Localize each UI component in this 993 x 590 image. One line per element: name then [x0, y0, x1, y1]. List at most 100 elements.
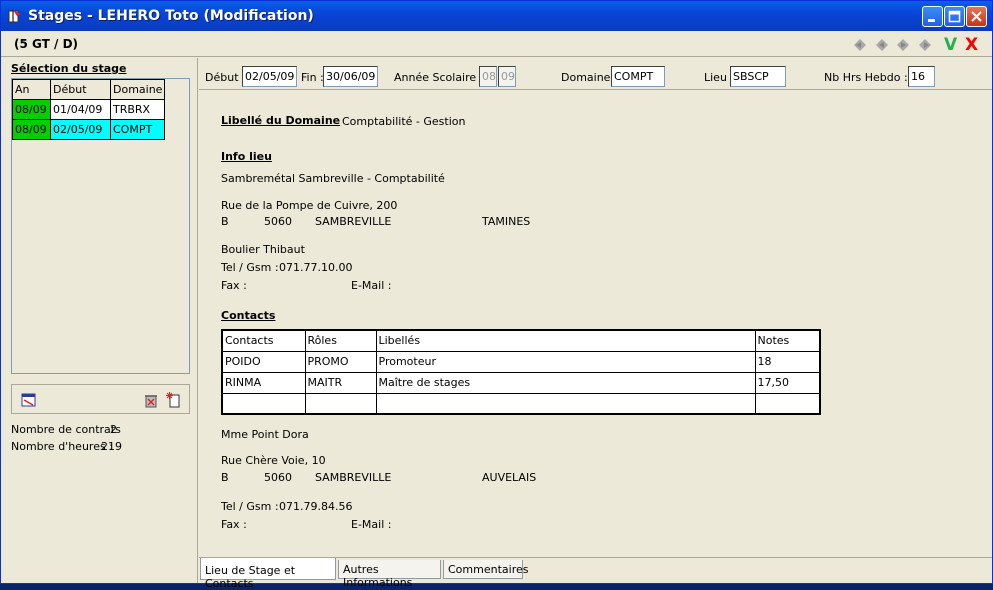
contact-tel: 071.79.84.56: [279, 500, 353, 513]
cancel-button[interactable]: X: [965, 35, 978, 55]
debut-input[interactable]: 02/05/09: [242, 66, 297, 87]
stage-fields: Début : 02/05/09 Fin : 30/06/09 Année Sc…: [199, 58, 992, 90]
detail-tabs: Lieu de Stage et Contacts Autres Informa…: [199, 557, 992, 590]
annee-start-input: 08: [479, 66, 497, 87]
contact-person: Mme Point Dora: [221, 428, 309, 441]
lieu-person: Boulier Thibaut: [221, 243, 305, 256]
row-an: 08/09: [12, 119, 51, 140]
contact-street: Rue Chère Voie, 10: [221, 454, 326, 467]
subheader: (5 GT / D) V X: [1, 31, 992, 57]
contact-zip: 5060: [264, 471, 292, 484]
hrs-input[interactable]: 16: [908, 66, 935, 87]
lieu-street: Rue de la Pompe de Cuivre, 200: [221, 199, 398, 212]
contact-city: SAMBREVILLE: [315, 471, 392, 484]
lieu-name: Sambremétal Sambreville - Comptabilité: [221, 172, 445, 185]
fax-label: Fax :: [221, 279, 247, 292]
delete-icon[interactable]: [143, 392, 159, 408]
window: Stages - LEHERO Toto (Modification) (5 G…: [0, 0, 993, 590]
stage-selection-header: Sélection du stage: [11, 62, 127, 75]
column-header-notes[interactable]: Notes: [754, 329, 821, 352]
lieu-zip: 5060: [264, 215, 292, 228]
close-icon: [971, 11, 982, 22]
tel-label: Tel / Gsm :: [221, 500, 279, 513]
column-header-debut[interactable]: Début: [50, 79, 111, 100]
debut-label: Début :: [205, 71, 246, 84]
stage-grid-header: An Début Domaine: [12, 79, 165, 100]
hours-value: 219: [101, 440, 122, 453]
contact-code: POIDO: [221, 350, 306, 373]
contracts-label: Nombre de contrats: [11, 423, 121, 436]
column-header-domaine[interactable]: Domaine: [110, 79, 165, 100]
first-record-icon[interactable]: [853, 38, 867, 52]
contact-code: RINMA: [221, 371, 306, 394]
table-row[interactable]: RINMA MAITR Maître de stages 17,50: [221, 371, 821, 394]
contact-note: 17,50: [754, 371, 821, 394]
stage-grid: An Début Domaine 08/09 01/04/09 TRBRX 08…: [11, 78, 190, 374]
table-row-selected[interactable]: 08/09 02/05/09 COMPT: [12, 119, 165, 140]
maximize-icon: [948, 10, 961, 23]
table-row[interactable]: 08/09 01/04/09 TRBRX: [12, 99, 165, 120]
new-record-icon[interactable]: [166, 392, 182, 408]
column-header-roles[interactable]: Rôles: [304, 329, 377, 352]
domain-value: Comptabilité - Gestion: [342, 115, 466, 128]
contact-libelle: Promoteur: [375, 350, 756, 373]
tab-lieu-contacts[interactable]: Lieu de Stage et Contacts: [200, 558, 336, 590]
domaine-label: Domaine :: [561, 71, 618, 84]
email-label: E-Mail :: [351, 518, 392, 531]
annee-label: Année Scolaire :: [394, 71, 484, 84]
hrs-label: Nb Hrs Hebdo :: [824, 71, 908, 84]
contact-libelle: Maître de stages: [375, 371, 756, 394]
lieu-title: Info lieu: [221, 150, 272, 163]
column-header-contacts[interactable]: Contacts: [221, 329, 306, 352]
domaine-input[interactable]: COMPT: [611, 66, 665, 87]
row-domaine: COMPT: [110, 119, 165, 140]
maximize-button[interactable]: [944, 6, 965, 27]
tab-autres-informations[interactable]: Autres Informations: [338, 560, 441, 589]
minimize-button[interactable]: [922, 6, 943, 27]
column-header-libelles[interactable]: Libellés: [375, 329, 756, 352]
contracts-value: 2: [110, 423, 117, 436]
contact-role: MAITR: [304, 371, 377, 394]
fin-input[interactable]: 30/06/09: [323, 66, 378, 87]
close-button[interactable]: [966, 6, 987, 27]
contact-locality: AUVELAIS: [482, 471, 537, 484]
row-debut: 01/04/09: [50, 99, 111, 120]
calendar-icon[interactable]: [21, 392, 37, 408]
contacts-table-header: Contacts Rôles Libellés Notes: [221, 329, 821, 352]
tab-commentaires[interactable]: Commentaires: [443, 560, 528, 579]
minimize-icon: [928, 19, 935, 22]
class-code: (5 GT / D): [14, 37, 79, 51]
lieu-locality: TAMINES: [482, 215, 531, 228]
lieu-country: B: [221, 215, 229, 228]
row-debut: 02/05/09: [50, 119, 111, 140]
contact-country: B: [221, 471, 229, 484]
contact-role: PROMO: [304, 350, 377, 373]
window-title: Stages - LEHERO Toto (Modification): [28, 8, 314, 24]
confirm-button[interactable]: V: [944, 35, 957, 55]
lieu-tel: 071.77.10.00: [279, 261, 353, 274]
previous-record-icon[interactable]: [875, 38, 889, 52]
fax-label: Fax :: [221, 518, 247, 531]
lieu-contacts-tab-content: Libellé du Domaine Comptabilité - Gestio…: [199, 91, 992, 557]
lieu-input[interactable]: SBSCP: [730, 66, 786, 87]
stage-selection-panel: Sélection du stage An Début Domaine 08/0…: [1, 58, 198, 583]
table-row-empty[interactable]: [221, 392, 821, 415]
contacts-title: Contacts: [221, 309, 276, 322]
table-row[interactable]: POIDO PROMO Promoteur 18: [221, 350, 821, 373]
row-domaine: TRBRX: [110, 99, 165, 120]
stage-detail-panel: Début : 02/05/09 Fin : 30/06/09 Année Sc…: [199, 58, 992, 590]
fin-label: Fin :: [301, 71, 324, 84]
lieu-city: SAMBREVILLE: [315, 215, 392, 228]
contacts-table: Contacts Rôles Libellés Notes POIDO PROM…: [221, 329, 821, 415]
tel-label: Tel / Gsm :: [221, 261, 279, 274]
annee-end-input: 09: [498, 66, 516, 87]
hours-label: Nombre d'heures :: [11, 440, 113, 453]
title-bar[interactable]: Stages - LEHERO Toto (Modification): [1, 1, 992, 31]
next-record-icon[interactable]: [896, 38, 910, 52]
column-header-an[interactable]: An: [12, 79, 51, 100]
stage-tools: [11, 384, 190, 414]
row-an: 08/09: [12, 99, 51, 120]
last-record-icon[interactable]: [918, 38, 932, 52]
domain-title: Libellé du Domaine: [221, 114, 341, 127]
record-navigation: [853, 38, 936, 55]
